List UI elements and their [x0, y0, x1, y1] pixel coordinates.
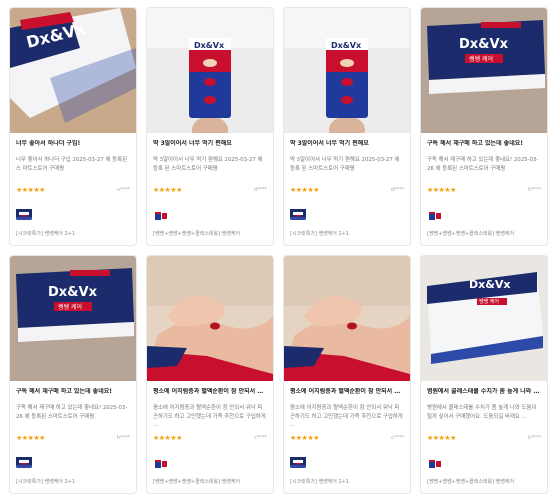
product-thumbnail[interactable] [290, 207, 306, 220]
product-name[interactable]: [시크릿특가] 쌩쌩케어 2+1 [16, 478, 75, 485]
product-name[interactable]: [시크릿특가] 쌩쌩케어 2+1 [290, 230, 349, 237]
review-photo[interactable] [147, 8, 273, 133]
product-thumbnail[interactable] [427, 207, 443, 220]
product-name[interactable]: [쌩쌩+쌩쌩+쌩쌩+콜레스테롤] 쌩쌩케어 [153, 230, 240, 237]
star-rating: ★★★★★ [290, 186, 319, 194]
product-thumbnail[interactable] [427, 455, 443, 468]
review-text: 구독 해서 재구매 하고 있는데 좋네요! 2025-03-26 에 등록된 스… [16, 405, 128, 420]
review-card[interactable]: 평소에 어지럼증과 혈액순환이 참 안되서 워낙 ... 평소에 어지럼증과 혈… [283, 255, 411, 494]
reviewer-id: k**** [528, 435, 541, 441]
review-photo[interactable] [421, 8, 547, 133]
star-rating: ★★★★★ [16, 434, 45, 442]
review-text: 너무 좋아서 하나더 구입 2025-03-27 에 등록된 스 마트스토어 구… [16, 157, 128, 172]
product-thumbnail[interactable] [16, 455, 32, 468]
reviewer-id: d**** [253, 187, 267, 193]
review-photo[interactable] [284, 256, 410, 381]
review-photo[interactable] [10, 256, 136, 381]
product-thumbnail[interactable] [153, 207, 169, 220]
product-name[interactable]: [쌩쌩+쌩쌩+쌩쌩+콜레스테롤] 쌩쌩케어 [427, 230, 514, 237]
star-rating: ★★★★★ [16, 186, 45, 194]
review-grid: 너무 좋아서 하나더 구입! 너무 좋아서 하나더 구입 2025-03-27 … [9, 7, 548, 494]
product-thumbnail[interactable] [290, 455, 306, 468]
reviewer-id: c**** [254, 435, 267, 441]
review-photo[interactable] [147, 256, 273, 381]
reviewer-id: h**** [527, 187, 541, 193]
star-rating: ★★★★★ [290, 434, 319, 442]
star-rating: ★★★★★ [153, 434, 182, 442]
review-card[interactable]: 구독 해서 재구매 하고 있는데 좋네요! 구독 해서 재구매 하고 있는데 좋… [420, 7, 548, 246]
review-text: 평소에 어지럼증과 혈액순환이 참 안되서 워낙 피곤하기도 하고 고민했는데 … [153, 405, 266, 428]
review-text: 평소에 어지럼증과 혈액순환이 참 안되서 워낙 피곤하기도 하고 고민했는데 … [290, 405, 403, 428]
star-rating: ★★★★★ [153, 186, 182, 194]
review-title: 딱 3알이어서 너무 먹기 편해요 [153, 140, 232, 147]
review-title: 딱 3알이어서 너무 먹기 편해요 [290, 140, 369, 147]
star-rating: ★★★★★ [427, 186, 456, 194]
review-photo[interactable] [10, 8, 136, 133]
review-title: 구독 해서 재구매 하고 있는데 좋네요! [16, 388, 112, 395]
review-text: 구독 해서 재구매 하고 있는데 좋네요! 2025-03-26 에 등록된 스… [427, 157, 539, 172]
review-photo[interactable] [421, 256, 547, 381]
reviewer-id: d**** [390, 187, 404, 193]
review-title: 병원에서 콜레스테롤 수치가 좀 높게 나와 도움... [427, 388, 541, 395]
review-title: 구독 해서 재구매 하고 있는데 좋네요! [427, 140, 523, 147]
product-name[interactable]: [쌩쌩+쌩쌩+쌩쌩+콜레스테롤] 쌩쌩케어 [427, 478, 514, 485]
review-card[interactable]: 딱 3알이어서 너무 먹기 편해요 딱 3알이어서 너무 먹기 편해요 2025… [146, 7, 274, 246]
reviewer-id: u**** [116, 187, 130, 193]
review-title: 너무 좋아서 하나더 구입! [16, 140, 81, 147]
review-text: 병원에서 콜레스테롤 수치가 좀 높게 나와 도움이 될까 싶어서 구매했어요.… [427, 405, 537, 420]
reviewer-id: h**** [116, 435, 130, 441]
review-card[interactable]: 딱 3알이어서 너무 먹기 편해요 딱 3알이어서 너무 먹기 편해요 2025… [283, 7, 411, 246]
review-text: 딱 3알이어서 너무 먹기 편해요 2025-03-27 에 등록 된 스마트스… [153, 157, 263, 172]
product-name[interactable]: [시크릿특가] 쌩쌩케어 2+1 [16, 230, 75, 237]
product-name[interactable]: [시크릿특가] 쌩쌩케어 2+1 [290, 478, 349, 485]
review-card[interactable]: 평소에 어지럼증과 혈액순환이 참 안되서 워낙 ... 평소에 어지럼증과 혈… [146, 255, 274, 494]
star-rating: ★★★★★ [427, 434, 456, 442]
product-thumbnail[interactable] [153, 455, 169, 468]
review-title: 평소에 어지럼증과 혈액순환이 참 안되서 워낙 ... [290, 388, 404, 395]
review-card[interactable]: 너무 좋아서 하나더 구입! 너무 좋아서 하나더 구입 2025-03-27 … [9, 7, 137, 246]
product-thumbnail[interactable] [16, 207, 32, 220]
review-card[interactable]: 구독 해서 재구매 하고 있는데 좋네요! 구독 해서 재구매 하고 있는데 좋… [9, 255, 137, 494]
review-title: 평소에 어지럼증과 혈액순환이 참 안되서 워낙 ... [153, 388, 267, 395]
reviewer-id: c**** [391, 435, 404, 441]
review-photo[interactable] [284, 8, 410, 133]
review-text: 딱 3알이어서 너무 먹기 편해요 2025-03-27 에 등록 된 스마트스… [290, 157, 400, 172]
review-card[interactable]: 병원에서 콜레스테롤 수치가 좀 높게 나와 도움... 병원에서 콜레스테롤 … [420, 255, 548, 494]
product-name[interactable]: [쌩쌩+쌩쌩+쌩쌩+콜레스테롤] 쌩쌩케어 [153, 478, 240, 485]
